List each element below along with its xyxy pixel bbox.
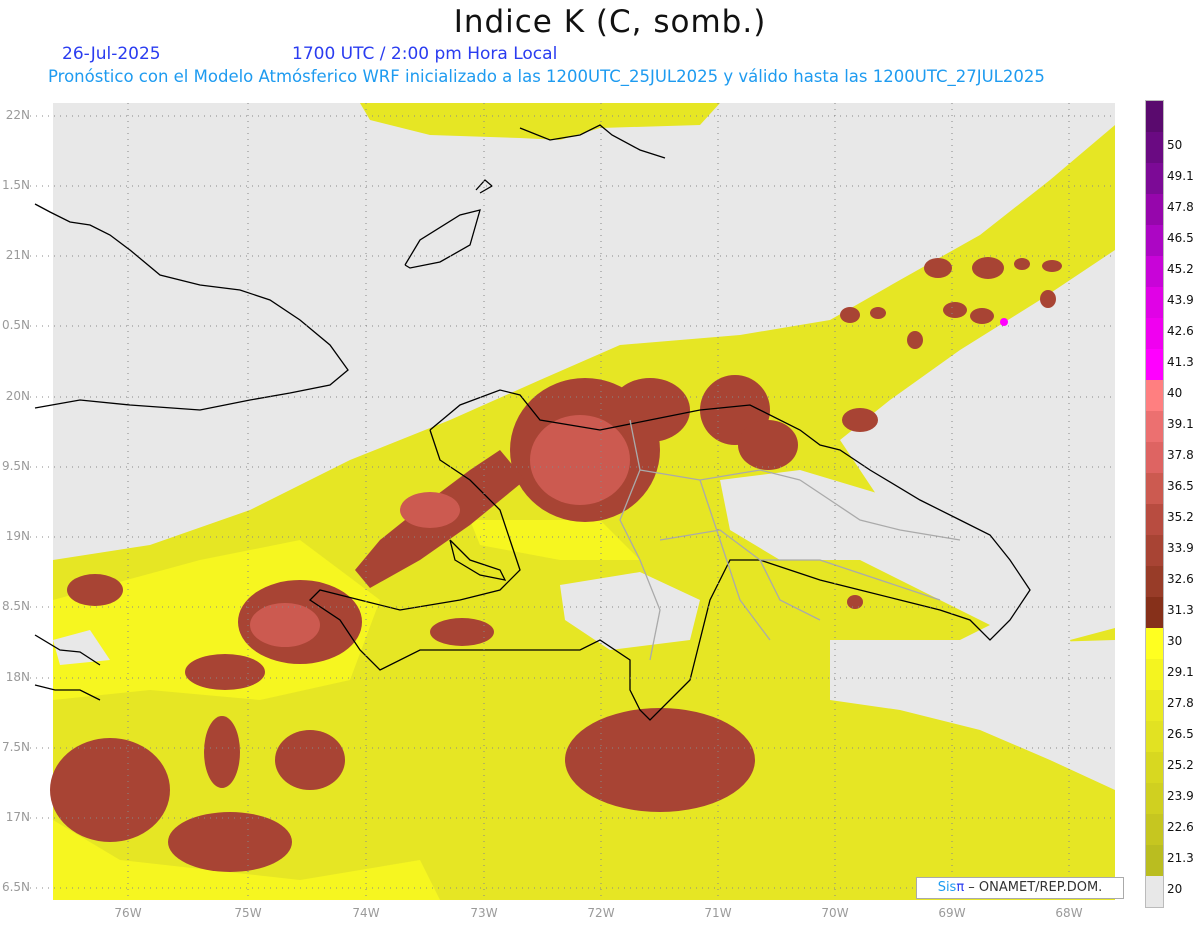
colorbar-label: 43.9 [1167, 293, 1194, 307]
lat-tick-label: 21N [5, 248, 30, 262]
colorbar-label: 23.9 [1167, 789, 1194, 803]
colorbar [1145, 100, 1164, 908]
colorbar-label: 30 [1167, 634, 1183, 648]
lat-tick-label: 9.5N [1, 459, 30, 473]
colorbar-swatch [1146, 721, 1163, 752]
lat-tick-label: 17N [5, 810, 30, 824]
colorbar-swatch [1146, 597, 1163, 628]
colorbar-label: 50 [1167, 138, 1183, 152]
colorbar-swatch [1146, 659, 1163, 690]
colorbar-label: 26.5 [1167, 727, 1194, 741]
colorbar-label: 41.3 [1167, 355, 1194, 369]
field-magenta-spot [1000, 318, 1008, 326]
colorbar-label: 42.6 [1167, 324, 1194, 338]
lat-tick-label: 8.5N [1, 599, 30, 613]
colorbar-swatch [1146, 473, 1163, 504]
colorbar-label: 49.1 [1167, 169, 1194, 183]
colorbar-label: 47.8 [1167, 200, 1194, 214]
colorbar-label: 45.2 [1167, 262, 1194, 276]
lon-tick-label: 69W [938, 906, 966, 920]
colorbar-label: 33.9 [1167, 541, 1194, 555]
colorbar-swatch [1146, 535, 1163, 566]
colorbar-swatch [1146, 225, 1163, 256]
lon-tick-label: 72W [587, 906, 615, 920]
k-index-map [30, 103, 1115, 900]
colorbar-swatch [1146, 566, 1163, 597]
colorbar-label: 29.1 [1167, 665, 1194, 679]
lat-tick-label: 1.5N [1, 178, 30, 192]
credit-box: Sisπ – ONAMET/REP.DOM. [916, 877, 1124, 899]
credit-brand-pi: π [956, 880, 965, 895]
colorbar-label: 46.5 [1167, 231, 1194, 245]
lon-tick-label: 71W [704, 906, 732, 920]
colorbar-swatch [1146, 628, 1163, 659]
lon-tick-label: 74W [352, 906, 380, 920]
lat-tick-label: 7.5N [1, 740, 30, 754]
lat-tick-label: 6.5N [1, 880, 30, 894]
colorbar-swatch [1146, 318, 1163, 349]
colorbar-swatch [1146, 783, 1163, 814]
colorbar-label: 27.8 [1167, 696, 1194, 710]
lat-tick-label: 18N [5, 670, 30, 684]
colorbar-label: 39.1 [1167, 417, 1194, 431]
colorbar-swatch [1146, 442, 1163, 473]
colorbar-label: 31.3 [1167, 603, 1194, 617]
lon-tick-label: 68W [1055, 906, 1083, 920]
colorbar-label: 36.5 [1167, 479, 1194, 493]
credit-brand-sis: Sis [937, 880, 957, 895]
colorbar-swatch [1146, 845, 1163, 876]
colorbar-swatch [1146, 287, 1163, 318]
colorbar-swatch [1146, 256, 1163, 287]
colorbar-swatch [1146, 752, 1163, 783]
colorbar-label: 37.8 [1167, 448, 1194, 462]
colorbar-label: 21.3 [1167, 851, 1194, 865]
colorbar-label: 22.6 [1167, 820, 1194, 834]
colorbar-swatch [1146, 349, 1163, 380]
credit-text: – ONAMET/REP.DOM. [964, 880, 1103, 895]
colorbar-swatch [1146, 163, 1163, 194]
colorbar-swatch [1146, 380, 1163, 411]
lat-tick-label: 19N [5, 529, 30, 543]
lat-tick-label: 0.5N [1, 318, 30, 332]
colorbar-label: 20 [1167, 882, 1183, 896]
colorbar-label: 40 [1167, 386, 1183, 400]
colorbar-swatch [1146, 194, 1163, 225]
lat-tick-label: 20N [5, 389, 30, 403]
lon-tick-label: 70W [821, 906, 849, 920]
colorbar-label: 25.2 [1167, 758, 1194, 772]
lon-tick-label: 73W [470, 906, 498, 920]
lat-tick-label: 22N [5, 108, 30, 122]
colorbar-swatch [1146, 132, 1163, 163]
colorbar-label: 35.2 [1167, 510, 1194, 524]
lon-tick-label: 75W [234, 906, 262, 920]
lon-tick-label: 76W [114, 906, 142, 920]
colorbar-swatch [1146, 876, 1163, 907]
colorbar-swatch [1146, 690, 1163, 721]
colorbar-swatch [1146, 101, 1163, 132]
colorbar-swatch [1146, 411, 1163, 442]
colorbar-swatch [1146, 814, 1163, 845]
colorbar-label: 32.6 [1167, 572, 1194, 586]
colorbar-swatch [1146, 504, 1163, 535]
